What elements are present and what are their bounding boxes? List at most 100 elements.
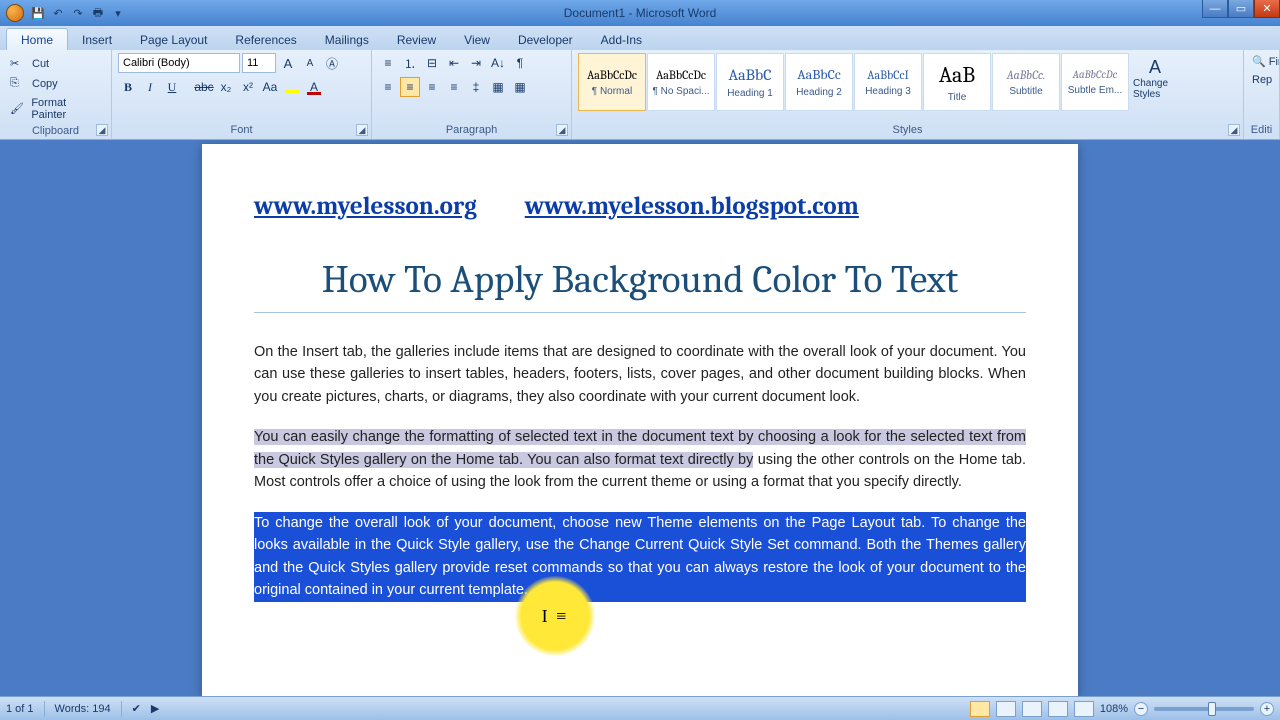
style-heading-2[interactable]: AaBbCcHeading 2	[785, 53, 853, 111]
blue-highlight[interactable]: To change the overall look of your docum…	[254, 515, 1026, 598]
style---no-spaci---[interactable]: AaBbCcDc¶ No Spaci...	[647, 53, 715, 111]
borders-button[interactable]: ▦	[510, 77, 530, 97]
page[interactable]: www.myelesson.org www.myelesson.blogspot.…	[202, 144, 1078, 696]
format-painter-button[interactable]: 🖌Format Painter	[6, 95, 105, 123]
style---normal[interactable]: AaBbCcDc¶ Normal	[578, 53, 646, 111]
paragraph-dialog-launcher[interactable]: ◢	[556, 124, 568, 136]
zoom-slider[interactable]	[1154, 707, 1254, 711]
document-area[interactable]: www.myelesson.org www.myelesson.blogspot.…	[0, 140, 1280, 696]
office-button[interactable]	[6, 4, 24, 22]
style-subtle-em---[interactable]: AaBbCcDcSubtle Em...	[1061, 53, 1129, 111]
line-spacing-button[interactable]: ‡	[466, 77, 486, 97]
superscript-button[interactable]: x²	[238, 77, 258, 97]
editing-group-label: Editi	[1250, 122, 1273, 139]
clipboard-group-label: Clipboard	[6, 123, 105, 140]
font-size-combo[interactable]	[242, 53, 276, 73]
zoom-percent[interactable]: 108%	[1100, 703, 1128, 715]
tab-view[interactable]: View	[450, 29, 504, 50]
numbering-button[interactable]: ⒈	[400, 53, 420, 73]
proofing-icon[interactable]: ✔	[132, 702, 141, 715]
word-count[interactable]: Words: 194	[55, 703, 111, 715]
decrease-indent-button[interactable]: ⇤	[444, 53, 464, 73]
font-group: A A Ⓐ B I U abc x₂ x² Aa A Font ◢	[112, 50, 372, 139]
sort-button[interactable]: A↓	[488, 53, 508, 73]
cut-label: Cut	[32, 58, 49, 70]
tab-developer[interactable]: Developer	[504, 29, 587, 50]
close-button[interactable]: ✕	[1254, 0, 1280, 18]
full-screen-view-button[interactable]	[996, 701, 1016, 717]
styles-gallery[interactable]: AaBbCcDc¶ NormalAaBbCcDc¶ No Spaci...AaB…	[578, 53, 1129, 111]
undo-icon[interactable]: ↶	[49, 4, 67, 22]
document-heading[interactable]: How To Apply Background Color To Text	[254, 257, 1026, 313]
style-title[interactable]: AaBTitle	[923, 53, 991, 111]
ribbon: ✂ Cut ⎘Copy 🖌Format Painter Clipboard ◢ A…	[0, 50, 1280, 140]
font-color-button[interactable]: A	[304, 77, 324, 97]
font-name-combo[interactable]	[118, 53, 240, 73]
web-layout-view-button[interactable]	[1022, 701, 1042, 717]
cut-button[interactable]: ✂ Cut	[6, 55, 53, 73]
replace-button[interactable]: Rep	[1250, 72, 1274, 88]
paragraph-2[interactable]: You can easily change the formatting of …	[254, 426, 1026, 493]
tab-review[interactable]: Review	[383, 29, 450, 50]
draft-view-button[interactable]	[1074, 701, 1094, 717]
font-dialog-launcher[interactable]: ◢	[356, 124, 368, 136]
tab-add-ins[interactable]: Add-Ins	[587, 29, 656, 50]
shrink-font-button[interactable]: A	[300, 53, 320, 73]
align-center-button[interactable]: ≡	[400, 77, 420, 97]
paragraph-1[interactable]: On the Insert tab, the galleries include…	[254, 341, 1026, 408]
window-controls: — ▭ ✕	[1202, 0, 1280, 18]
page-indicator[interactable]: 1 of 1	[6, 703, 34, 715]
macro-icon[interactable]: ▶	[151, 702, 159, 715]
style-heading-1[interactable]: AaBbCHeading 1	[716, 53, 784, 111]
save-icon[interactable]: 💾	[29, 4, 47, 22]
maximize-button[interactable]: ▭	[1228, 0, 1254, 18]
print-layout-view-button[interactable]	[970, 701, 990, 717]
header-links: www.myelesson.org www.myelesson.blogspot.…	[254, 192, 1026, 221]
tab-page-layout[interactable]: Page Layout	[126, 29, 221, 50]
copy-button[interactable]: ⎘Copy	[6, 75, 62, 93]
link-2[interactable]: www.myelesson.blogspot.com	[525, 192, 859, 221]
zoom-out-button[interactable]: −	[1134, 702, 1148, 716]
zoom-in-button[interactable]: +	[1260, 702, 1274, 716]
find-button[interactable]: 🔍 Fin	[1250, 53, 1280, 70]
grow-font-button[interactable]: A	[278, 53, 298, 73]
increase-indent-button[interactable]: ⇥	[466, 53, 486, 73]
qat-dropdown-icon[interactable]: ▾	[109, 4, 127, 22]
tab-mailings[interactable]: Mailings	[311, 29, 383, 50]
outline-view-button[interactable]	[1048, 701, 1068, 717]
highlight-color-button[interactable]	[282, 77, 302, 97]
styles-group: AaBbCcDc¶ NormalAaBbCcDc¶ No Spaci...AaB…	[572, 50, 1244, 139]
multilevel-button[interactable]: ⊟	[422, 53, 442, 73]
change-styles-button[interactable]: A Change Styles	[1129, 53, 1181, 104]
italic-button[interactable]: I	[140, 77, 160, 97]
align-right-button[interactable]: ≡	[422, 77, 442, 97]
quick-access-toolbar: 💾 ↶ ↷ 🖶 ▾	[0, 4, 127, 22]
clipboard-dialog-launcher[interactable]: ◢	[96, 124, 108, 136]
scissors-icon: ✂	[10, 57, 26, 71]
subscript-button[interactable]: x₂	[216, 77, 236, 97]
styles-dialog-launcher[interactable]: ◢	[1228, 124, 1240, 136]
tab-references[interactable]: References	[221, 29, 310, 50]
change-styles-icon: A	[1149, 57, 1161, 78]
bold-button[interactable]: B	[118, 77, 138, 97]
strikethrough-button[interactable]: abc	[194, 77, 214, 97]
paragraph-3[interactable]: To change the overall look of your docum…	[254, 512, 1026, 602]
print-icon[interactable]: 🖶	[89, 4, 107, 22]
minimize-button[interactable]: —	[1202, 0, 1228, 18]
clear-formatting-button[interactable]: Ⓐ	[322, 53, 342, 73]
tab-insert[interactable]: Insert	[68, 29, 126, 50]
shading-button[interactable]: ▦	[488, 77, 508, 97]
style-subtitle[interactable]: AaBbCc.Subtitle	[992, 53, 1060, 111]
bullets-button[interactable]: ≡	[378, 53, 398, 73]
align-left-button[interactable]: ≡	[378, 77, 398, 97]
justify-button[interactable]: ≡	[444, 77, 464, 97]
underline-button[interactable]: U	[162, 77, 182, 97]
redo-icon[interactable]: ↷	[69, 4, 87, 22]
zoom-slider-thumb[interactable]	[1208, 702, 1216, 716]
change-case-button[interactable]: Aa	[260, 77, 280, 97]
cursor-highlight-icon: I ≡	[515, 576, 595, 656]
style-heading-3[interactable]: AaBbCcIHeading 3	[854, 53, 922, 111]
tab-home[interactable]: Home	[6, 28, 68, 50]
link-1[interactable]: www.myelesson.org	[254, 192, 477, 221]
show-marks-button[interactable]: ¶	[510, 53, 530, 73]
